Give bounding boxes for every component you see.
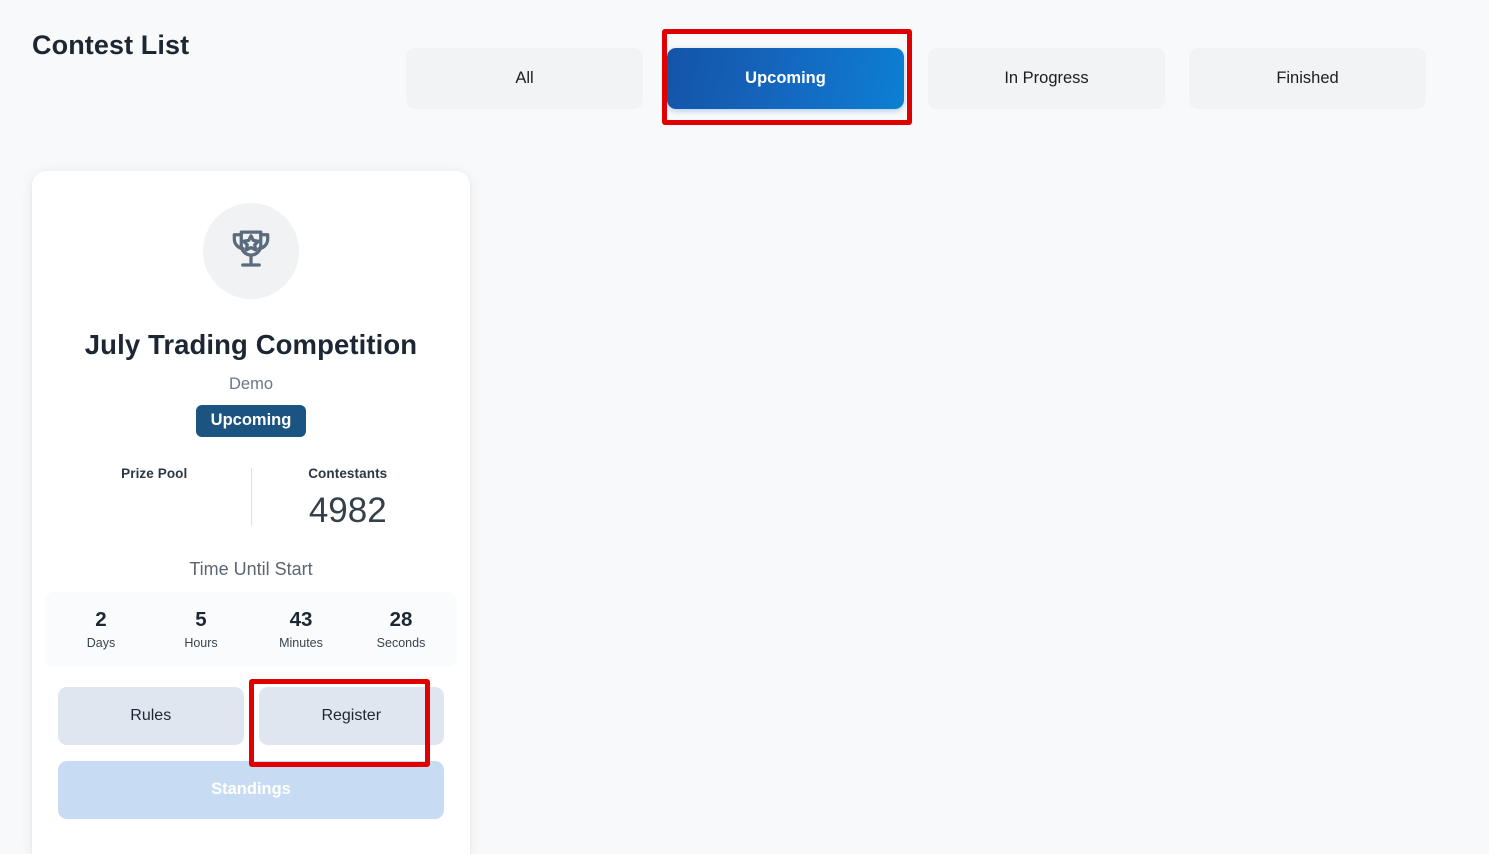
countdown-days-value: 2 xyxy=(95,607,107,631)
stat-contestants: Contestants 4982 xyxy=(252,466,445,532)
contest-actions: Rules Register xyxy=(58,686,444,745)
countdown-seconds-unit: Seconds xyxy=(376,635,426,650)
countdown-hours-value: 5 xyxy=(195,607,207,631)
tab-finished[interactable]: Finished xyxy=(1189,48,1426,109)
rules-button[interactable]: Rules xyxy=(58,686,244,745)
contestants-label: Contestants xyxy=(308,465,388,481)
register-button[interactable]: Register xyxy=(258,686,444,745)
countdown-minutes-value: 43 xyxy=(289,607,313,631)
contest-stats: Prize Pool Contestants 4982 xyxy=(58,466,444,532)
tab-upcoming[interactable]: Upcoming xyxy=(667,48,904,109)
countdown-days: 2 Days xyxy=(51,607,151,650)
contest-icon-container xyxy=(203,203,299,299)
contest-filter-tabs: All Upcoming In Progress Finished xyxy=(406,48,1426,109)
tab-in-progress[interactable]: In Progress xyxy=(928,48,1165,109)
contest-list-page: Contest List All Upcoming In Progress Fi… xyxy=(0,0,1489,854)
countdown-hours-unit: Hours xyxy=(184,635,218,650)
trophy-star-icon xyxy=(225,223,277,280)
countdown-days-unit: Days xyxy=(86,635,116,650)
contestants-value: 4982 xyxy=(308,490,387,530)
countdown-seconds-value: 28 xyxy=(389,607,413,631)
contest-card: July Trading Competition Demo Upcoming P… xyxy=(32,171,470,854)
page-title: Contest List xyxy=(32,30,190,60)
countdown-minutes-unit: Minutes xyxy=(279,635,323,650)
countdown-timer: 2 Days 5 Hours 43 Minutes 28 Seconds xyxy=(45,591,457,667)
contest-title: July Trading Competition xyxy=(84,329,418,360)
prize-pool-label: Prize Pool xyxy=(121,465,188,481)
stat-prize-pool: Prize Pool xyxy=(58,466,251,532)
countdown-hours: 5 Hours xyxy=(151,607,251,650)
tab-all[interactable]: All xyxy=(406,48,643,109)
status-badge: Upcoming xyxy=(195,405,307,437)
countdown-seconds: 28 Seconds xyxy=(351,607,451,650)
standings-button[interactable]: Standings xyxy=(58,760,444,819)
countdown-title: Time Until Start xyxy=(189,558,313,579)
countdown-minutes: 43 Minutes xyxy=(251,607,351,650)
contest-account-type: Demo xyxy=(228,375,273,394)
